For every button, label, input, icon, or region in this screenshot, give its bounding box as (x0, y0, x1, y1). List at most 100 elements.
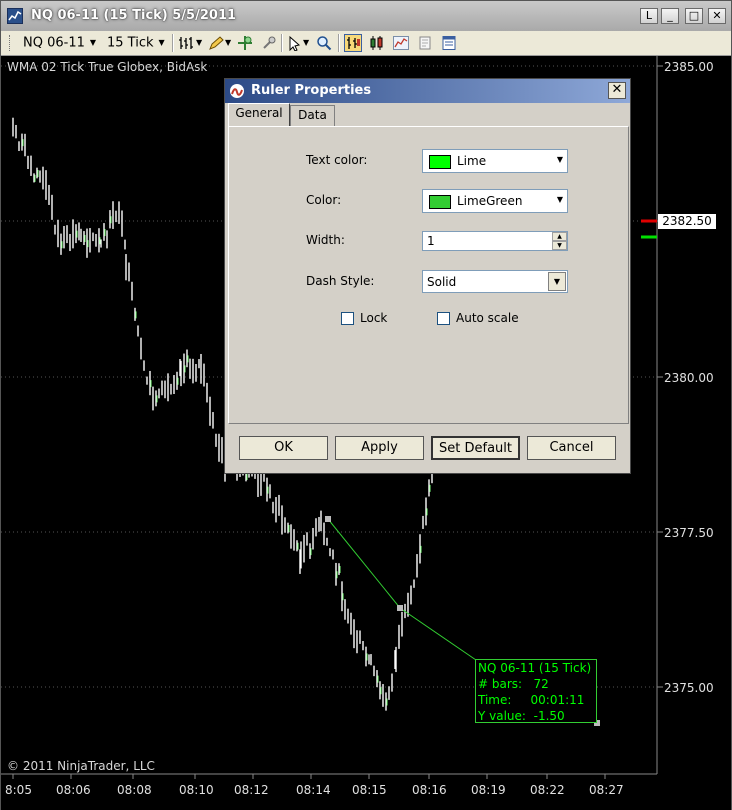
time-axis-label: 8:05 (5, 783, 32, 797)
text-color-value: Lime (457, 154, 487, 168)
ruler-anchor (397, 605, 403, 611)
dash-style-select[interactable]: Solid ▼ (422, 270, 568, 293)
chevron-down-icon[interactable]: ▼ (548, 272, 566, 291)
candlestick-icon[interactable] (369, 35, 385, 51)
window-title: NQ 06-11 (15 Tick) 5/5/2011 (31, 8, 237, 23)
link-button[interactable]: L (640, 8, 658, 24)
chevron-down-icon: ▼ (158, 38, 165, 47)
copyright-text: © 2011 NinjaTrader, LLC (7, 759, 155, 773)
pencil-caret-icon[interactable]: ▼ (225, 35, 231, 51)
chart-toolbar: NQ 06-11 ▼ 15 Tick ▼ ▼ ▼ ▼ (1, 31, 731, 56)
time-axis-label: 08:06 (56, 783, 91, 797)
dash-style-value: Solid (427, 275, 457, 289)
time-axis-label: 08:27 (589, 783, 624, 797)
chevron-down-icon: ▼ (556, 155, 563, 164)
instrument-label: NQ 06-11 (23, 35, 85, 51)
magnify-icon[interactable] (316, 35, 332, 51)
price-axis-label: 2385.00 (664, 60, 714, 74)
properties-icon[interactable] (441, 35, 457, 51)
time-axis-label: 08:19 (471, 783, 506, 797)
dialog-title: Ruler Properties (251, 83, 372, 98)
maximize-button[interactable]: □ (685, 8, 703, 24)
ruler-bars-row: # bars: 72 (478, 676, 596, 692)
stepper-down-icon[interactable]: ▼ (552, 241, 567, 250)
period-dropdown[interactable]: 15 Tick ▼ (107, 35, 165, 51)
ruler-time-row: Time: 00:01:11 (478, 692, 596, 708)
ruler-bars-label: # bars: (478, 677, 523, 691)
close-button[interactable]: ✕ (708, 8, 726, 24)
ruler-y-row: Y value: -1.50 (478, 708, 596, 724)
ruler-bars-value: 72 (533, 677, 549, 691)
chevron-down-icon: ▼ (89, 38, 97, 47)
text-color-label: Text color: (306, 153, 368, 167)
auto-scale-label: Auto scale (456, 311, 519, 325)
time-axis-label: 08:22 (530, 783, 565, 797)
time-axis-label: 08:15 (352, 783, 387, 797)
toolbar-separator (172, 34, 174, 52)
lock-checkbox[interactable]: Lock (341, 311, 387, 325)
color-value: LimeGreen (457, 194, 523, 208)
apply-button[interactable]: Apply (335, 436, 424, 460)
lock-label: Lock (360, 311, 388, 325)
ok-button[interactable]: OK (239, 436, 328, 460)
width-stepper[interactable]: 1 ▲ ▼ (422, 231, 568, 251)
stepper-up-icon[interactable]: ▲ (552, 232, 567, 241)
general-tab-panel: Text color: Lime ▼ Color: LimeGreen ▼ Wi… (228, 126, 629, 424)
bar-type-icon[interactable] (178, 35, 194, 51)
cursor-caret-icon[interactable]: ▼ (303, 35, 309, 51)
crosshair-plus-icon[interactable] (237, 35, 253, 51)
ninjatrader-logo-icon (230, 84, 244, 98)
time-axis-label: 08:12 (234, 783, 269, 797)
set-default-button[interactable]: Set Default (431, 436, 520, 460)
time-axis-label: 08:10 (179, 783, 214, 797)
width-label: Width: (306, 233, 345, 247)
current-price-marker: 2382.50 (658, 214, 716, 229)
ruler-y-label: Y value: (478, 709, 526, 723)
auto-scale-checkbox[interactable]: Auto scale (437, 311, 519, 325)
chart-style-icon[interactable] (344, 34, 362, 52)
dialog-title-bar[interactable]: Ruler Properties ✕ (225, 79, 630, 103)
chevron-down-icon: ▼ (556, 195, 563, 204)
instrument-dropdown[interactable]: NQ 06-11 ▼ (23, 35, 96, 51)
tab-general[interactable]: General (228, 103, 290, 126)
zoom-tool-icon[interactable] (261, 35, 277, 51)
time-axis-label: 08:14 (296, 783, 331, 797)
ruler-y-value: -1.50 (533, 709, 565, 723)
ruler-line (399, 607, 477, 661)
text-color-swatch (429, 155, 451, 169)
color-label: Color: (306, 193, 342, 207)
auto-scale-checkbox-box[interactable] (437, 312, 450, 325)
minimize-button[interactable]: _ (661, 8, 679, 24)
ruler-properties-dialog: Ruler Properties ✕ General Data Text col… (224, 78, 631, 474)
title-bar[interactable]: NQ 06-11 (15 Tick) 5/5/2011 L _ □ ✕ (1, 1, 731, 32)
price-axis-label: 2375.00 (664, 681, 714, 695)
cursor-pointer-icon[interactable] (287, 35, 303, 51)
bar-type-caret-icon[interactable]: ▼ (196, 35, 202, 51)
width-value: 1 (427, 234, 435, 248)
data-box-icon[interactable] (417, 35, 433, 51)
dialog-button-row: OK Apply Set Default Cancel (225, 436, 630, 461)
time-axis-label: 08:08 (117, 783, 152, 797)
cancel-button[interactable]: Cancel (527, 436, 616, 460)
toolbar-grip[interactable] (9, 35, 13, 51)
pencil-icon[interactable] (208, 35, 224, 51)
chart-window: NQ 06-11 (15 Tick) 5/5/2011 L _ □ ✕ NQ 0… (0, 0, 732, 810)
indicator-label: WMA 02 Tick True Globex, BidAsk (7, 60, 208, 74)
toolbar-separator (281, 34, 283, 52)
text-color-select[interactable]: Lime ▼ (422, 149, 568, 173)
price-axis-label: 2380.00 (664, 371, 714, 385)
color-swatch (429, 195, 451, 209)
chart-app-icon (7, 8, 23, 24)
ruler-info-box[interactable]: NQ 06-11 (15 Tick) # bars: 72 Time: 00:0… (475, 659, 597, 723)
ruler-time-value: 00:01:11 (530, 693, 585, 707)
line-chart-icon[interactable] (393, 35, 409, 51)
dialog-close-button[interactable]: ✕ (608, 82, 626, 99)
tab-data[interactable]: Data (290, 105, 335, 126)
lock-checkbox-box[interactable] (341, 312, 354, 325)
time-axis-label: 08:16 (412, 783, 447, 797)
period-label: 15 Tick (107, 35, 154, 51)
color-select[interactable]: LimeGreen ▼ (422, 189, 568, 213)
ruler-anchor (325, 516, 331, 522)
toolbar-separator (338, 34, 340, 52)
ruler-time-label: Time: (478, 693, 512, 707)
